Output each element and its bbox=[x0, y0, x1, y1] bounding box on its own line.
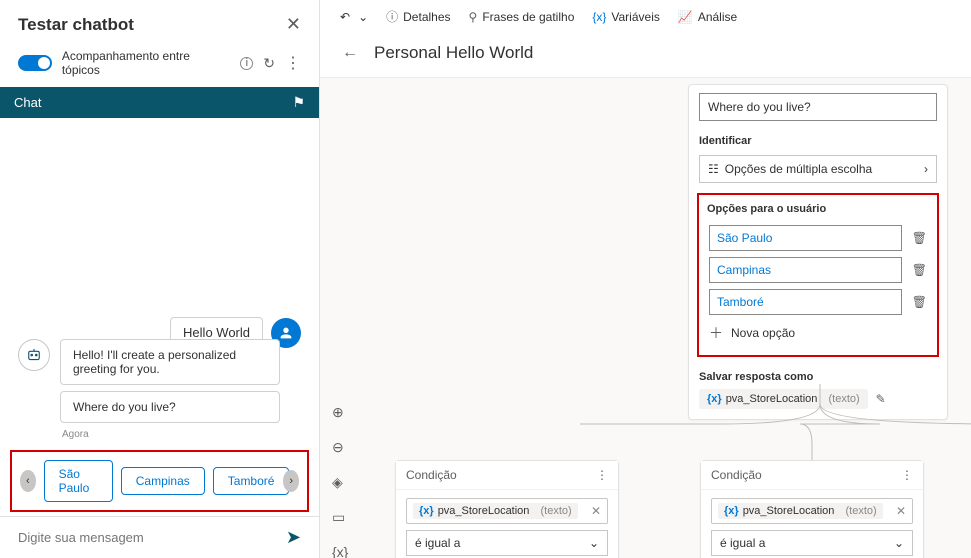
new-option-button[interactable]: ＋ Nova opção bbox=[709, 323, 927, 343]
chevron-down-icon: ⌄ bbox=[589, 536, 599, 550]
details-button[interactable]: ⓘDetalhes bbox=[386, 8, 450, 25]
clear-icon[interactable]: ✕ bbox=[896, 504, 906, 518]
condition-variable[interactable]: {x}pva_StoreLocation (texto) ✕ bbox=[406, 498, 608, 524]
chevron-right-icon: › bbox=[924, 162, 928, 176]
map-icon[interactable]: ▭ bbox=[332, 509, 348, 526]
chevron-right-icon[interactable]: › bbox=[283, 470, 299, 492]
send-icon[interactable]: ➤ bbox=[286, 527, 301, 548]
zoom-in-icon[interactable]: ⊕ bbox=[332, 404, 348, 421]
analytics-button[interactable]: 📈Análise bbox=[678, 10, 737, 24]
option-input[interactable] bbox=[709, 225, 902, 251]
variables-button[interactable]: {x}Variáveis bbox=[592, 10, 659, 24]
bot-avatar-icon bbox=[18, 339, 50, 371]
info-icon[interactable]: i bbox=[240, 57, 253, 70]
test-panel-title: Testar chatbot bbox=[18, 15, 134, 35]
trash-icon[interactable]: 🗑 bbox=[912, 231, 927, 245]
trigger-phrases-button[interactable]: ⚲Frases de gatilho bbox=[469, 10, 575, 24]
multichoice-icon: ☷ bbox=[708, 162, 719, 176]
suggestion-chip[interactable]: Tamboré bbox=[213, 467, 290, 495]
options-label: Opções para o usuário bbox=[705, 201, 931, 219]
chat-header-label: Chat bbox=[14, 95, 41, 110]
identify-selector[interactable]: ☷Opções de múltipla escolha › bbox=[699, 155, 937, 183]
question-node[interactable]: Where do you live? Identificar ☷Opções d… bbox=[688, 84, 948, 420]
bot-timestamp: Agora bbox=[62, 429, 280, 440]
condition-title: Condição bbox=[711, 468, 762, 482]
back-icon[interactable]: ← bbox=[342, 44, 358, 62]
trash-icon[interactable]: 🗑 bbox=[912, 295, 927, 309]
operator-select[interactable]: é igual a⌄ bbox=[711, 530, 913, 556]
message-input[interactable] bbox=[18, 530, 286, 545]
identify-label: Identificar bbox=[689, 131, 947, 151]
condition-node[interactable]: Condição ⋮ {x}pva_StoreLocation (texto) … bbox=[395, 460, 619, 558]
question-text[interactable]: Where do you live? bbox=[699, 93, 937, 121]
bot-message: Hello! I'll create a personalized greeti… bbox=[60, 339, 280, 385]
variable-pill[interactable]: {x}pva_StoreLocation (texto) bbox=[699, 389, 868, 409]
close-icon[interactable]: ✕ bbox=[286, 14, 301, 35]
undo-dropdown-icon[interactable]: ⌄ bbox=[358, 10, 368, 24]
tracking-toggle[interactable] bbox=[18, 55, 52, 71]
suggestion-chip[interactable]: Campinas bbox=[121, 467, 205, 495]
undo-icon[interactable]: ↶ bbox=[340, 10, 350, 24]
fit-icon[interactable]: ◈ bbox=[332, 474, 348, 491]
clear-icon[interactable]: ✕ bbox=[591, 504, 601, 518]
zoom-out-icon[interactable]: ⊖ bbox=[332, 439, 348, 456]
chevron-left-icon[interactable]: ‹ bbox=[20, 470, 36, 492]
suggestion-chip[interactable]: São Paulo bbox=[44, 460, 113, 502]
suggestion-row: ‹ São Paulo Campinas Tamboré › bbox=[10, 450, 309, 512]
option-input[interactable] bbox=[709, 257, 902, 283]
chevron-down-icon: ⌄ bbox=[894, 536, 904, 550]
condition-node[interactable]: Condição ⋮ {x}pva_StoreLocation (texto) … bbox=[700, 460, 924, 558]
bot-message: Where do you live? bbox=[60, 391, 280, 423]
condition-title: Condição bbox=[406, 468, 457, 482]
more-icon[interactable]: ⋮ bbox=[285, 53, 301, 73]
operator-select[interactable]: é igual a⌄ bbox=[406, 530, 608, 556]
option-input[interactable] bbox=[709, 289, 902, 315]
plus-icon: ＋ bbox=[709, 323, 723, 343]
save-as-label: Salvar resposta como bbox=[689, 365, 947, 385]
page-title: Personal Hello World bbox=[374, 43, 533, 63]
reload-icon[interactable]: ↻ bbox=[263, 55, 275, 72]
condition-variable[interactable]: {x}pva_StoreLocation (texto) ✕ bbox=[711, 498, 913, 524]
more-icon[interactable]: ⋮ bbox=[596, 468, 608, 482]
flag-icon[interactable]: ⚑ bbox=[292, 94, 305, 111]
pencil-icon[interactable]: ✎ bbox=[876, 392, 886, 406]
trash-icon[interactable]: 🗑 bbox=[912, 263, 927, 277]
more-icon[interactable]: ⋮ bbox=[901, 468, 913, 482]
variable-rail-icon[interactable]: {x} bbox=[332, 544, 348, 558]
tracking-label: Acompanhamento entre tópicos bbox=[62, 49, 231, 77]
